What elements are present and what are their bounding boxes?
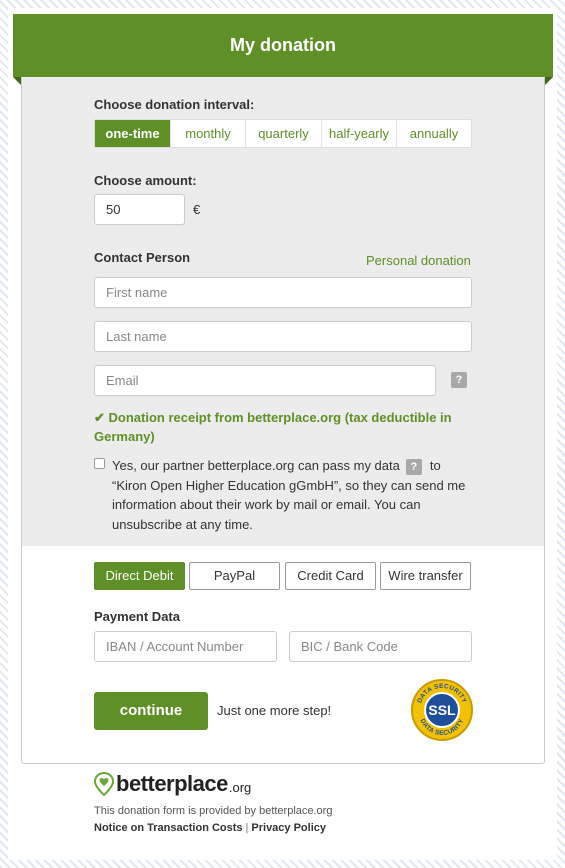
payment-data-label: Payment Data bbox=[94, 609, 180, 624]
betterplace-logo[interactable]: betterplace .org bbox=[94, 771, 251, 797]
interval-option-annually[interactable]: annually bbox=[397, 120, 471, 147]
first-name-field[interactable] bbox=[94, 277, 472, 308]
payment-direct-debit-button[interactable]: Direct Debit bbox=[94, 562, 185, 590]
consent-text: Yes, our partner betterplace.org can pas… bbox=[112, 456, 472, 534]
consent-checkbox[interactable] bbox=[94, 458, 105, 469]
provided-by-text: This donation form is provided by better… bbox=[94, 805, 333, 817]
logo-tld: .org bbox=[228, 779, 252, 795]
location-heart-icon bbox=[94, 772, 114, 796]
interval-selector: one-time monthly quarterly half-yearly a… bbox=[94, 119, 472, 148]
email-field[interactable] bbox=[94, 365, 436, 396]
banner-fold-left bbox=[13, 77, 21, 85]
email-help-icon[interactable]: ? bbox=[451, 372, 467, 388]
continue-button[interactable]: continue bbox=[94, 692, 208, 730]
bic-field[interactable] bbox=[289, 631, 472, 662]
ssl-security-badge-icon: DATA SECURITY DATA SECURITY SSL bbox=[411, 679, 473, 741]
step-note: Just one more step! bbox=[217, 703, 332, 718]
last-name-field[interactable] bbox=[94, 321, 472, 352]
consent-text-before: Yes, our partner betterplace.org can pas… bbox=[112, 458, 400, 473]
iban-field[interactable] bbox=[94, 631, 277, 662]
donation-receipt-note: ✔ Donation receipt from betterplace.org … bbox=[94, 410, 452, 444]
transaction-costs-link[interactable]: Notice on Transaction Costs bbox=[94, 822, 243, 834]
interval-option-quarterly[interactable]: quarterly bbox=[246, 120, 322, 147]
amount-input[interactable] bbox=[94, 194, 185, 225]
footer-separator: | bbox=[245, 822, 249, 834]
payment-paypal-button[interactable]: PayPal bbox=[189, 562, 280, 590]
logo-wordmark: betterplace bbox=[116, 771, 228, 796]
banner-fold-right bbox=[545, 77, 553, 85]
personal-donation-link[interactable]: Personal donation bbox=[366, 253, 471, 268]
amount-label: Choose amount: bbox=[94, 173, 197, 188]
contact-person-label: Contact Person bbox=[94, 250, 191, 265]
footer-links: Notice on Transaction Costs | Privacy Poli… bbox=[94, 822, 326, 834]
consent-help-icon[interactable]: ? bbox=[405, 458, 422, 475]
privacy-policy-link[interactable]: Privacy Policy bbox=[251, 822, 326, 834]
interval-option-half-yearly[interactable]: half-yearly bbox=[322, 120, 397, 147]
interval-option-one-time[interactable]: one-time bbox=[95, 120, 171, 147]
interval-label: Choose donation interval: bbox=[94, 97, 255, 112]
payment-credit-card-button[interactable]: Credit Card bbox=[285, 562, 376, 590]
currency-symbol: € bbox=[193, 202, 201, 217]
ssl-badge-center-text: SSL bbox=[428, 702, 456, 718]
interval-option-monthly[interactable]: monthly bbox=[171, 120, 246, 147]
page-title: My donation bbox=[230, 35, 336, 55]
payment-wire-transfer-button[interactable]: Wire transfer bbox=[380, 562, 471, 590]
header-banner: My donation bbox=[13, 14, 553, 85]
